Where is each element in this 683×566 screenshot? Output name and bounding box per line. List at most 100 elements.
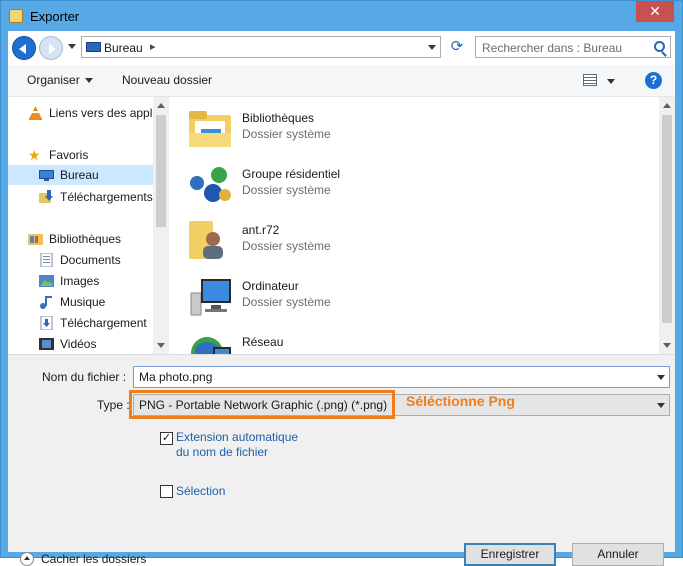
- sidebar-item-videos[interactable]: Vidéos: [8, 334, 153, 354]
- sidebar-item-label: Vidéos: [60, 337, 97, 351]
- scroll-down-icon[interactable]: [663, 343, 671, 348]
- scroll-up-icon[interactable]: [663, 103, 671, 108]
- type-label: Type :: [97, 398, 130, 412]
- file-list-scrollbar[interactable]: [659, 97, 675, 354]
- filename-value[interactable]: Ma photo.png: [139, 370, 212, 384]
- scrollbar-thumb[interactable]: [156, 115, 166, 227]
- item-name: Ordinateur: [242, 279, 299, 293]
- close-button[interactable]: ✕: [636, 1, 674, 22]
- item-type: Dossier système: [242, 239, 331, 253]
- address-separator-icon[interactable]: ▸: [150, 40, 156, 53]
- recent-locations-chevron-icon[interactable]: [68, 44, 76, 49]
- cancel-button[interactable]: Annuler: [572, 543, 664, 566]
- sidebar-item-download[interactable]: Téléchargement: [8, 313, 153, 333]
- sidebar-item-label: Documents: [60, 253, 121, 267]
- sidebar-item-links[interactable]: Liens vers des appli: [8, 103, 156, 123]
- item-name: ant.r72: [242, 223, 280, 237]
- file-list: Bibliothèques Dossier système Groupe rés…: [169, 97, 659, 354]
- sidebar-item-documents[interactable]: Documents: [8, 250, 153, 270]
- dialog-body: Bureau ▸ ⟳ Rechercher dans : Bureau Orga…: [8, 31, 675, 566]
- save-button[interactable]: Enregistrer: [464, 543, 556, 566]
- sidebar-item-downloads[interactable]: Téléchargements: [8, 187, 153, 207]
- download-icon: [40, 316, 53, 330]
- sidebar-item-images[interactable]: Images: [8, 271, 153, 291]
- filename-label: Nom du fichier :: [42, 370, 127, 384]
- export-dialog: Exporter ✕ Bureau ▸ ⟳ Rechercher dans : …: [0, 0, 683, 566]
- libraries-folder-icon: [189, 111, 231, 147]
- refresh-icon[interactable]: ⟳: [446, 36, 468, 58]
- navigation-pane: Liens vers des appli ★ Favoris Bureau Té…: [8, 97, 169, 354]
- list-item[interactable]: Bibliothèques Dossier système: [187, 105, 637, 155]
- list-item[interactable]: Réseau: [187, 329, 637, 354]
- command-toolbar: Organiser Nouveau dossier ?: [8, 65, 675, 97]
- auto-extension-checkbox[interactable]: ✓: [160, 432, 173, 445]
- videos-icon: [39, 338, 54, 350]
- selection-label[interactable]: Sélection: [176, 484, 225, 499]
- sidebar-item-label: Téléchargement: [60, 316, 147, 330]
- new-folder-button[interactable]: Nouveau dossier: [122, 73, 212, 87]
- sidebar-item-label: Favoris: [49, 148, 89, 162]
- address-location[interactable]: Bureau: [104, 41, 143, 55]
- music-icon: [40, 296, 52, 309]
- search-placeholder: Rechercher dans : Bureau: [482, 41, 623, 55]
- filename-dropdown-icon[interactable]: [657, 375, 665, 380]
- sidebar-item-label: Téléchargements: [60, 190, 153, 204]
- list-item[interactable]: Groupe résidentiel Dossier système: [187, 161, 637, 211]
- annotation-highlight-box: [129, 390, 395, 419]
- sidebar-item-favorites[interactable]: ★ Favoris: [8, 145, 153, 165]
- view-options-icon[interactable]: [583, 74, 597, 86]
- star-icon: ★: [28, 147, 41, 163]
- desktop-icon: [39, 170, 54, 181]
- sidebar-item-music[interactable]: Musique: [8, 292, 153, 312]
- save-options-panel: Nom du fichier : Ma photo.png Type : PNG…: [8, 354, 675, 566]
- libraries-icon: [28, 234, 43, 245]
- organize-menu-button[interactable]: Organiser: [27, 73, 93, 87]
- sidebar-item-libraries[interactable]: Bibliothèques: [8, 229, 153, 249]
- file-type-dropdown-icon[interactable]: [657, 403, 665, 408]
- navigation-bar: Bureau ▸ ⟳ Rechercher dans : Bureau: [8, 31, 675, 65]
- back-button[interactable]: [12, 36, 36, 60]
- desktop-icon: [86, 42, 101, 52]
- documents-icon: [40, 253, 53, 267]
- search-input[interactable]: Rechercher dans : Bureau: [475, 36, 671, 58]
- navigation-pane-scrollbar[interactable]: [153, 97, 169, 354]
- user-folder-icon: [189, 221, 223, 259]
- filename-field[interactable]: Ma photo.png: [133, 366, 670, 388]
- sidebar-item-desktop[interactable]: Bureau: [8, 165, 153, 185]
- sidebar-item-label: Musique: [60, 295, 106, 309]
- list-item[interactable]: Ordinateur Dossier système: [187, 273, 637, 323]
- organize-label: Organiser: [27, 73, 80, 87]
- title-bar: Exporter ✕: [1, 1, 682, 31]
- address-dropdown-icon[interactable]: [428, 45, 436, 50]
- images-icon: [39, 275, 54, 287]
- selection-checkbox[interactable]: [160, 485, 173, 498]
- vlc-icon: [29, 106, 42, 120]
- search-icon[interactable]: [654, 41, 665, 52]
- window-title: Exporter: [30, 9, 80, 24]
- item-name: Groupe résidentiel: [242, 167, 341, 181]
- sidebar-item-label: Bureau: [60, 168, 99, 182]
- chevron-down-icon: [84, 78, 93, 84]
- address-bar[interactable]: Bureau ▸: [81, 36, 441, 58]
- network-icon: [191, 337, 231, 354]
- view-options-chevron-icon[interactable]: [607, 79, 615, 84]
- forward-button[interactable]: [39, 36, 63, 60]
- sidebar-item-label: Liens vers des appli: [49, 106, 156, 120]
- auto-extension-label[interactable]: Extension automatique du nom de fichier: [176, 430, 301, 460]
- homegroup-icon: [190, 167, 231, 202]
- scroll-up-icon[interactable]: [157, 103, 165, 108]
- annotation-text: Séléctionne Png: [406, 393, 515, 409]
- help-icon[interactable]: ?: [645, 72, 662, 89]
- scroll-down-icon[interactable]: [157, 343, 165, 348]
- hide-folders-button[interactable]: Cacher les dossiers: [41, 552, 146, 566]
- hide-folders-icon[interactable]: [20, 552, 34, 566]
- dialog-app-icon: [9, 9, 23, 23]
- list-item[interactable]: ant.r72 Dossier système: [187, 217, 637, 267]
- scrollbar-thumb[interactable]: [662, 115, 672, 323]
- item-type: Dossier système: [242, 183, 331, 197]
- downloads-icon: [39, 190, 53, 203]
- sidebar-item-label: Bibliothèques: [49, 232, 122, 246]
- sidebar-item-label: Images: [60, 274, 100, 288]
- item-type: Dossier système: [242, 127, 331, 141]
- item-type: Dossier système: [242, 295, 331, 309]
